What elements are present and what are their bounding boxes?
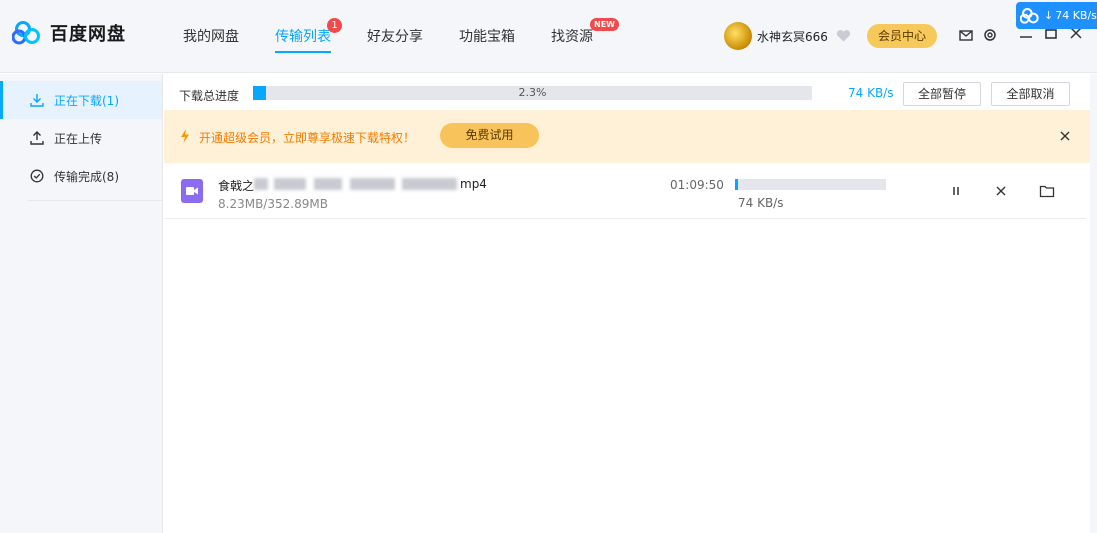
app-logo: 百度网盘: [12, 20, 126, 46]
file-name-prefix: 食戟之: [218, 179, 255, 193]
nav-label: 我的网盘: [183, 29, 239, 45]
download-icon: [30, 94, 44, 107]
nav-friend-share[interactable]: 好友分享: [367, 26, 423, 46]
pause-all-button[interactable]: 全部暂停: [903, 82, 981, 106]
app-title: 百度网盘: [50, 24, 126, 45]
nav-label: 传输列表: [275, 29, 331, 45]
scrollbar[interactable]: [1090, 74, 1097, 533]
overall-speed: 74 KB/s: [848, 86, 894, 100]
check-circle-icon: [30, 169, 44, 183]
free-trial-button[interactable]: 免费试用: [440, 123, 539, 148]
sidebar-item-uploading[interactable]: 正在上传: [0, 119, 162, 157]
vip-promo-banner: 开通超级会员，立即尊享极速下载特权！ 免费试用: [164, 110, 1090, 163]
cancel-icon[interactable]: [993, 183, 1009, 199]
count-badge: 1: [327, 18, 342, 33]
sidebar: 正在下载(1) 正在上传 传输完成(8): [0, 74, 163, 533]
redacted-filename: [350, 178, 395, 190]
file-name-suffix: mp4: [460, 177, 487, 191]
sidebar-item-downloading[interactable]: 正在下载(1): [0, 81, 162, 119]
new-badge: NEW: [590, 18, 619, 31]
overall-progress-bar: 2.3%: [253, 86, 812, 100]
vip-center-button[interactable]: 会员中心: [867, 24, 937, 48]
sidebar-item-label: 正在上传: [54, 131, 103, 146]
cloud-logo-icon: [12, 21, 40, 45]
task-progress-bar: [735, 179, 886, 190]
download-task-row[interactable]: 食戟之 mp4 8.23MB/352.89MB 01:09:50 74 KB/s: [164, 163, 1086, 219]
sidebar-item-label: 正在下载(1): [54, 93, 119, 108]
overall-progress-row: 下载总进度 2.3% 74 KB/s 全部暂停 全部取消: [164, 74, 1097, 110]
lightning-icon: [181, 129, 189, 143]
nav-label: 功能宝箱: [459, 29, 515, 45]
sidebar-item-completed[interactable]: 传输完成(8): [0, 157, 162, 195]
video-file-icon: [181, 179, 203, 203]
arrow-down-icon: ↓: [1044, 9, 1054, 22]
close-icon[interactable]: [1059, 130, 1071, 142]
divider: [28, 200, 162, 201]
redacted-filename: [254, 178, 268, 190]
nav-transfer-list[interactable]: 传输列表 1: [275, 18, 342, 53]
time-remaining: 01:09:50: [670, 178, 724, 192]
avatar[interactable]: [724, 22, 752, 50]
nav-my-disk[interactable]: 我的网盘: [183, 26, 239, 46]
nav-toolbox[interactable]: 功能宝箱: [459, 26, 515, 46]
vip-diamond-icon: [836, 30, 851, 42]
tray-speed: 74 KB/s: [1055, 9, 1097, 22]
task-speed: 74 KB/s: [738, 196, 784, 210]
folder-icon[interactable]: [1039, 183, 1055, 199]
mail-icon[interactable]: [958, 27, 974, 43]
file-size: 8.23MB/352.89MB: [218, 197, 328, 211]
nav-label: 找资源: [551, 29, 593, 45]
username: 水神玄冥666: [757, 29, 828, 44]
cancel-all-button[interactable]: 全部取消: [991, 82, 1070, 106]
title-bar: 百度网盘 我的网盘 传输列表 1 好友分享 功能宝箱 找资源 NEW 水神玄冥6…: [0, 0, 1097, 73]
overall-progress-label: 下载总进度: [179, 89, 240, 103]
sidebar-item-label: 传输完成(8): [54, 169, 119, 184]
overall-progress-percent: 2.3%: [518, 86, 547, 99]
redacted-filename: [402, 178, 457, 190]
redacted-filename: [274, 178, 306, 190]
nav-label: 好友分享: [367, 29, 423, 45]
pause-icon[interactable]: [948, 183, 964, 199]
cloud-logo-icon: [1020, 7, 1039, 24]
upload-icon: [30, 131, 44, 145]
settings-gear-icon[interactable]: [982, 27, 998, 43]
main-nav: 我的网盘 传输列表 1 好友分享 功能宝箱 找资源 NEW: [183, 18, 629, 53]
task-progress-fill: [735, 179, 738, 190]
banner-text: 开通超级会员，立即尊享极速下载特权！: [199, 131, 416, 145]
tray-speed-widget[interactable]: ↓ 74 KB/s: [1016, 2, 1097, 29]
nav-find-resources[interactable]: 找资源 NEW: [551, 18, 619, 46]
redacted-filename: [314, 178, 342, 190]
user-profile[interactable]: 水神玄冥666: [724, 22, 851, 50]
